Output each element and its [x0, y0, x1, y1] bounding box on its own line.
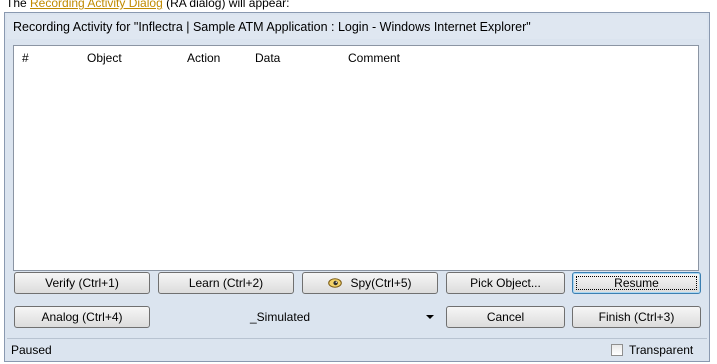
status-text: Paused [11, 343, 52, 357]
status-bar: Paused Transparent [7, 338, 707, 361]
document-text: The Recording Activity Dialog (RA dialog… [6, 0, 289, 9]
document-text-prefix: The [6, 0, 31, 10]
column-header-comment[interactable]: Comment [348, 51, 400, 65]
column-header-number[interactable]: # [22, 51, 29, 65]
transparent-label[interactable]: Transparent [629, 339, 693, 361]
verify-button[interactable]: Verify (Ctrl+1) [14, 272, 150, 294]
focus-rectangle [576, 276, 697, 290]
chevron-down-icon[interactable] [426, 315, 434, 319]
spy-button-label: Spy(Ctrl+5) [350, 276, 412, 290]
dialog-title: Recording Activity for "Inflectra | Samp… [7, 15, 707, 39]
play-mode-dropdown[interactable]: _Simulated [158, 306, 442, 328]
spy-eye-icon [328, 278, 343, 288]
resume-button[interactable]: Resume [572, 272, 701, 294]
play-mode-selected: _Simulated [250, 310, 311, 324]
cancel-button[interactable]: Cancel [446, 306, 565, 328]
recording-activity-dialog-link[interactable]: Recording Activity Dialog [30, 0, 163, 10]
analog-button[interactable]: Analog (Ctrl+4) [14, 306, 150, 328]
transparent-checkbox[interactable] [611, 344, 623, 356]
finish-button[interactable]: Finish (Ctrl+3) [572, 306, 701, 328]
pick-object-button[interactable]: Pick Object... [446, 272, 565, 294]
column-header-data[interactable]: Data [255, 51, 280, 65]
document-text-suffix: (RA dialog) will appear: [162, 0, 290, 10]
column-header-object[interactable]: Object [87, 51, 122, 65]
column-header-action[interactable]: Action [187, 51, 220, 65]
list-header: # Object Action Data Comment [14, 46, 698, 68]
recording-activity-dialog: Recording Activity for "Inflectra | Samp… [4, 12, 710, 362]
spy-button[interactable]: Spy(Ctrl+5) [302, 272, 438, 294]
recorded-actions-list[interactable]: # Object Action Data Comment [13, 45, 699, 271]
learn-button[interactable]: Learn (Ctrl+2) [158, 272, 294, 294]
